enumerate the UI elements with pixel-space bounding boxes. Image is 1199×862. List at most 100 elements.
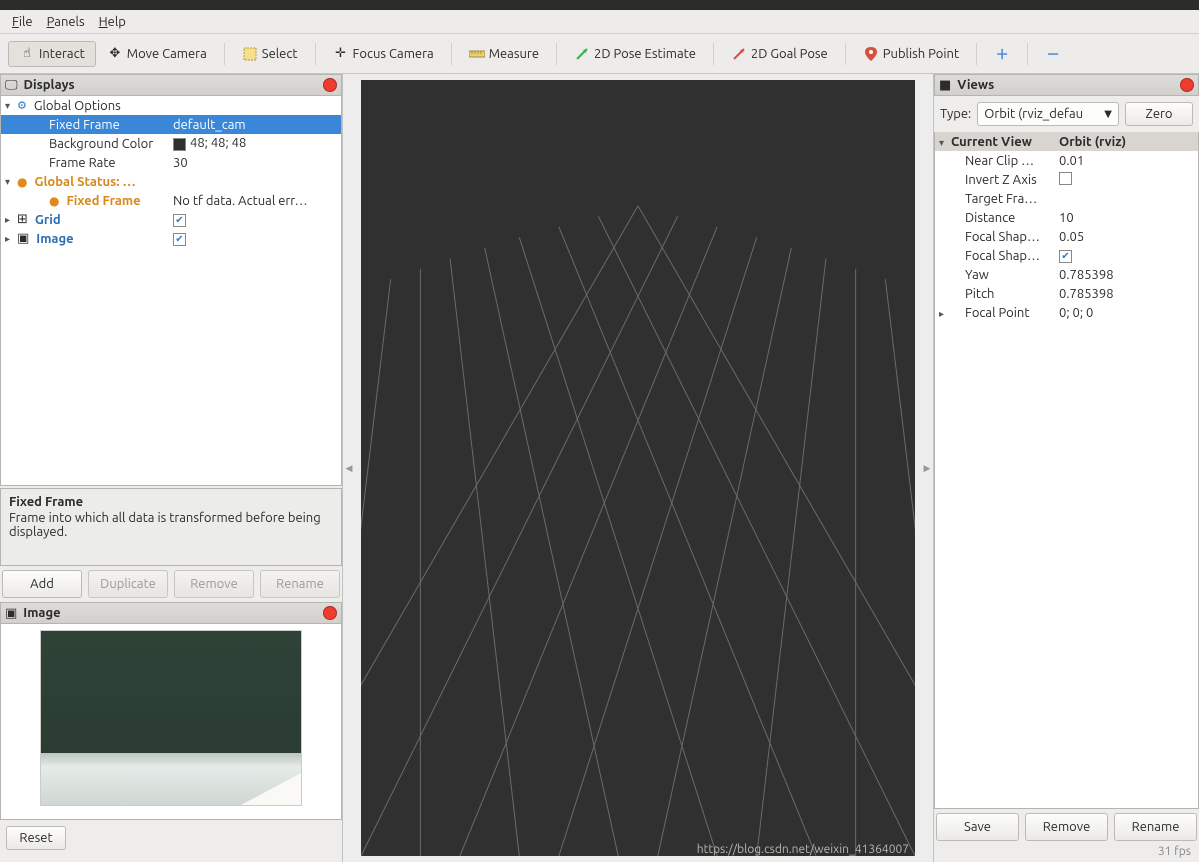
tool-interact[interactable]: ☝ Interact xyxy=(8,41,96,67)
fps-label: 31 fps xyxy=(934,845,1199,862)
monitor-icon: 🖵 xyxy=(5,78,18,93)
tool-remove[interactable]: － xyxy=(1034,41,1072,67)
views-type-combo[interactable]: Orbit (rviz_defau ▼ xyxy=(977,102,1119,126)
tree-row-status-fixed-frame[interactable]: ● Fixed Frame No tf data. Actual err… xyxy=(1,191,341,210)
left-footer: Reset xyxy=(0,820,342,856)
views-tree-row[interactable]: Focal Shap…0.05 xyxy=(935,227,1198,246)
displays-tree[interactable]: ▾⚙ Global Options Fixed Frame default_ca… xyxy=(0,96,342,486)
tool-measure-label: Measure xyxy=(489,47,539,61)
tool-move-camera[interactable]: ✥ Move Camera xyxy=(96,41,218,67)
toolbar: ☝ Interact ✥ Move Camera Select ✛ Focus … xyxy=(0,34,1199,74)
checkbox-icon[interactable]: ✔ xyxy=(1059,250,1072,263)
checkbox-checked-icon[interactable]: ✔ xyxy=(173,233,186,246)
tool-measure[interactable]: Measure xyxy=(458,41,550,67)
tool-move-camera-label: Move Camera xyxy=(127,47,207,61)
measure-icon xyxy=(469,46,485,62)
tool-select-label: Select xyxy=(262,47,298,61)
left-splitter[interactable]: ◀ xyxy=(343,74,355,862)
rename-button: Rename xyxy=(260,570,340,598)
reset-button[interactable]: Reset xyxy=(6,826,66,850)
views-remove-button[interactable]: Remove xyxy=(1025,813,1108,841)
toolbar-separator xyxy=(315,43,316,65)
zero-button[interactable]: Zero xyxy=(1125,102,1193,126)
tree-row-background-color[interactable]: Background Color 48; 48; 48 xyxy=(1,134,341,153)
tree-row-grid[interactable]: ▸⊞ Grid ✔ xyxy=(1,210,341,229)
views-rename-button[interactable]: Rename xyxy=(1114,813,1197,841)
toolbar-separator xyxy=(224,43,225,65)
views-tree-row[interactable]: Distance10 xyxy=(935,208,1198,227)
tool-publish-point-label: Publish Point xyxy=(883,47,959,61)
tree-row-fixed-frame[interactable]: Fixed Frame default_cam xyxy=(1,115,341,134)
toolbar-separator xyxy=(976,43,977,65)
image-preview xyxy=(40,630,302,806)
tool-2d-goal-pose[interactable]: 2D Goal Pose xyxy=(720,41,839,67)
checkbox-checked-icon[interactable]: ✔ xyxy=(173,214,186,227)
add-button[interactable]: Add xyxy=(2,570,82,598)
close-icon[interactable] xyxy=(1180,78,1194,92)
views-tree[interactable]: ▾ Current View Orbit (rviz) Near Clip …0… xyxy=(934,132,1199,809)
tool-focus-camera-label: Focus Camera xyxy=(353,47,434,61)
right-splitter[interactable]: ▶ xyxy=(921,74,933,862)
views-tree-row[interactable]: Invert Z Axis xyxy=(935,170,1198,189)
tool-goal-pose-label: 2D Goal Pose xyxy=(751,47,828,61)
views-tree-row[interactable]: Near Clip …0.01 xyxy=(935,151,1198,170)
plus-icon: ＋ xyxy=(994,46,1010,62)
tool-pose-estimate-label: 2D Pose Estimate xyxy=(594,47,696,61)
displays-description: Fixed Frame Frame into which all data is… xyxy=(0,488,342,566)
checkbox-icon[interactable] xyxy=(1059,172,1072,185)
image-icon: ▣ xyxy=(5,606,17,621)
views-tree-header[interactable]: ▾ Current View Orbit (rviz) xyxy=(935,132,1198,151)
watermark: https://blog.csdn.net/weixin_41364007 xyxy=(697,843,909,856)
menu-panels[interactable]: Panels xyxy=(47,15,85,29)
goal-pose-icon xyxy=(731,46,747,62)
displays-button-row: Add Duplicate Remove Rename xyxy=(0,566,342,602)
tree-row-global-options[interactable]: ▾⚙ Global Options xyxy=(1,96,341,115)
tool-focus-camera[interactable]: ✛ Focus Camera xyxy=(322,41,445,67)
image-panel: ▣ Image xyxy=(0,602,342,820)
image-panel-header[interactable]: ▣ Image xyxy=(0,602,342,624)
image-panel-title: Image xyxy=(23,606,317,620)
toolbar-separator xyxy=(713,43,714,65)
views-type-value: Orbit (rviz_defau xyxy=(984,107,1083,121)
chevron-down-icon: ▼ xyxy=(1104,108,1112,120)
views-tree-row[interactable]: Target Fra… xyxy=(935,189,1198,208)
views-tree-row[interactable]: Focal Shap…✔ xyxy=(935,246,1198,265)
views-panel-header[interactable]: ■ Views xyxy=(934,74,1199,96)
menubar: File Panels Help xyxy=(0,10,1199,34)
color-swatch xyxy=(173,138,186,151)
views-type-label: Type: xyxy=(940,107,971,121)
camera-icon: ■ xyxy=(939,78,951,93)
grid-icon: ⊞ xyxy=(17,212,28,227)
image-icon: ▣ xyxy=(17,231,29,246)
select-icon xyxy=(242,46,258,62)
3d-viewport[interactable] xyxy=(361,80,915,856)
interact-icon: ☝ xyxy=(19,46,35,62)
minus-icon: － xyxy=(1045,46,1061,62)
close-icon[interactable] xyxy=(323,606,337,620)
tool-add[interactable]: ＋ xyxy=(983,41,1021,67)
views-tree-row[interactable]: Yaw0.785398 xyxy=(935,265,1198,284)
tool-interact-label: Interact xyxy=(39,47,85,61)
tool-select[interactable]: Select xyxy=(231,41,309,67)
description-body: Frame into which all data is transformed… xyxy=(9,511,333,539)
tool-2d-pose-estimate[interactable]: 2D Pose Estimate xyxy=(563,41,707,67)
remove-button: Remove xyxy=(174,570,254,598)
tool-publish-point[interactable]: Publish Point xyxy=(852,41,970,67)
views-button-row: Save Remove Rename xyxy=(934,809,1199,845)
views-tree-row[interactable]: Pitch0.785398 xyxy=(935,284,1198,303)
menu-file[interactable]: File xyxy=(12,15,33,29)
views-type-row: Type: Orbit (rviz_defau ▼ Zero xyxy=(934,96,1199,132)
displays-panel-header[interactable]: 🖵 Displays xyxy=(0,74,342,96)
tree-row-frame-rate[interactable]: Frame Rate 30 xyxy=(1,153,341,172)
tree-row-image[interactable]: ▸▣ Image ✔ xyxy=(1,229,341,248)
tree-row-global-status[interactable]: ▾● Global Status: … xyxy=(1,172,341,191)
views-tree-row[interactable]: ▸Focal Point0; 0; 0 xyxy=(935,303,1198,322)
duplicate-button: Duplicate xyxy=(88,570,168,598)
move-camera-icon: ✥ xyxy=(107,46,123,62)
close-icon[interactable] xyxy=(323,78,337,92)
menu-help[interactable]: Help xyxy=(99,15,126,29)
toolbar-separator xyxy=(556,43,557,65)
warning-icon: ● xyxy=(17,175,27,189)
save-button[interactable]: Save xyxy=(936,813,1019,841)
toolbar-separator xyxy=(1027,43,1028,65)
